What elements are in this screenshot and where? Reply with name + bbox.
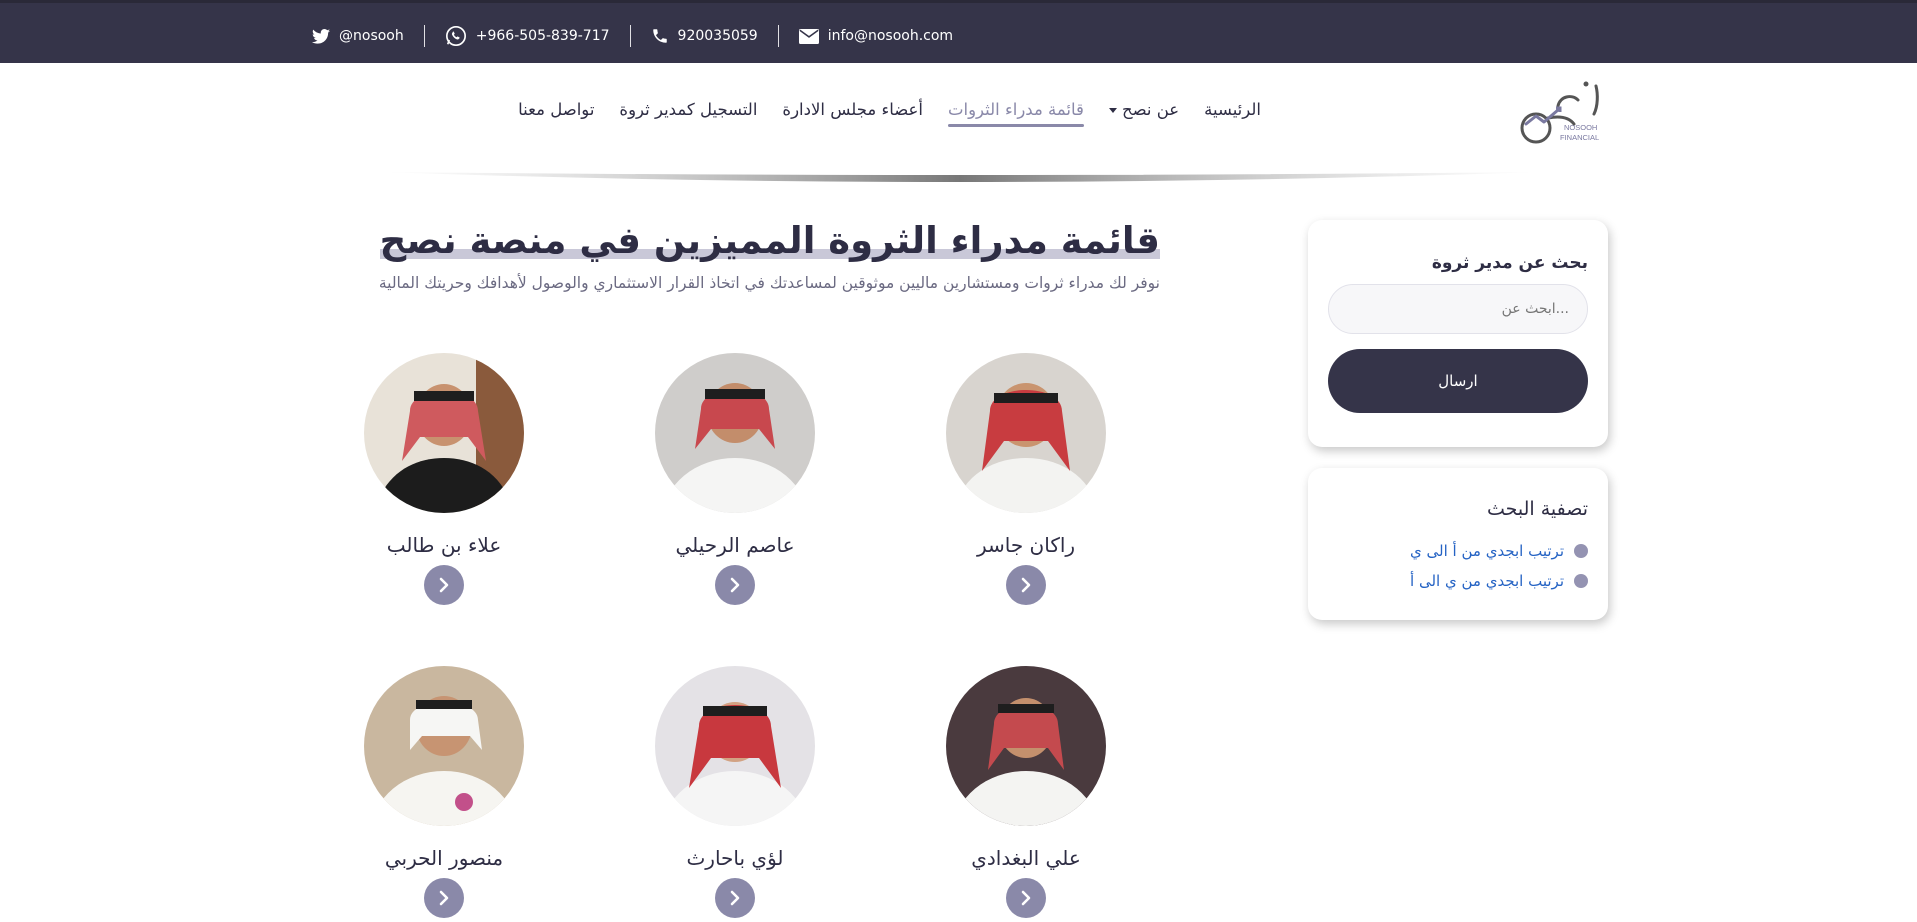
- advisor-photo[interactable]: [364, 666, 524, 826]
- phone-number: 920035059: [677, 28, 758, 44]
- chevron-right-icon: [439, 890, 449, 906]
- whatsapp-contact[interactable]: +966-505-839-717: [425, 25, 630, 47]
- advisor-photo[interactable]: [946, 353, 1106, 513]
- advisor-details-button[interactable]: [715, 565, 755, 605]
- sort-a-to-z-option[interactable]: ترتيب ابجدي من أ الى ي: [1410, 542, 1588, 560]
- main-navigation: الرئيسية عن نصح قائمة مدراء الثروات أعضا…: [493, 100, 1261, 127]
- twitter-handle: @nosooh: [339, 28, 404, 44]
- person-photo-icon: [655, 353, 815, 513]
- filter-panel: تصفية البحث ترتيب ابجدي من أ الى ي ترتيب…: [1308, 468, 1608, 620]
- email-address: info@nosooh.com: [827, 28, 954, 44]
- twitter-contact[interactable]: @nosooh: [312, 28, 424, 44]
- sort-z-to-a-option[interactable]: ترتيب ابجدي من ي الى أ: [1410, 572, 1588, 590]
- page-title: قائمة مدراء الثروة المميزين في منصة نصح: [379, 215, 1161, 267]
- advisor-photo[interactable]: [655, 353, 815, 513]
- search-panel-title: بحث عن مدير ثروة: [1431, 253, 1588, 273]
- chevron-right-icon: [730, 577, 740, 593]
- filter-panel-title: تصفية البحث: [1486, 498, 1588, 520]
- radio-dot-icon[interactable]: [1574, 544, 1588, 558]
- sort-option-label[interactable]: ترتيب ابجدي من أ الى ي: [1410, 542, 1564, 560]
- chevron-right-icon: [1021, 577, 1031, 593]
- advisor-photo[interactable]: [655, 666, 815, 826]
- person-photo-icon: [946, 666, 1106, 826]
- separator: [423, 25, 425, 47]
- advisor-card: علي البغدادي: [926, 666, 1126, 918]
- advisor-details-button[interactable]: [424, 878, 464, 918]
- search-panel: بحث عن مدير ثروة ارسال: [1308, 220, 1608, 447]
- logo-text-financial: FINANCIAL: [1560, 133, 1599, 142]
- person-photo-icon: [364, 353, 524, 513]
- advisor-card: عاصم الرحيلي: [635, 353, 835, 605]
- nav-board-label: أعضاء مجلس الادارة: [782, 100, 923, 119]
- advisor-card: لؤي باحارث: [635, 666, 835, 918]
- contact-list: @nosooh +966-505-839-717 920035059 info@…: [312, 25, 973, 47]
- chevron-right-icon: [1021, 890, 1031, 906]
- top-contact-bar: @nosooh +966-505-839-717 920035059 info@…: [0, 0, 1917, 63]
- advisor-card: منصور الحربي: [344, 666, 544, 918]
- chevron-right-icon: [439, 577, 449, 593]
- nav-advisors-list[interactable]: قائمة مدراء الثروات: [947, 100, 1084, 127]
- nav-board-members[interactable]: أعضاء مجلس الادارة: [782, 100, 923, 127]
- search-input[interactable]: [1328, 284, 1588, 334]
- person-photo-icon: [364, 666, 524, 826]
- radio-dot-icon[interactable]: [1574, 574, 1588, 588]
- separator: [629, 25, 631, 47]
- whatsapp-number: +966-505-839-717: [475, 28, 610, 44]
- nav-about-label: عن نصح: [1121, 100, 1180, 119]
- advisor-photo[interactable]: [364, 353, 524, 513]
- send-button[interactable]: ارسال: [1328, 349, 1588, 413]
- email-contact[interactable]: info@nosooh.com: [779, 28, 973, 44]
- nav-register-label: التسجيل كمدير ثروة: [619, 100, 758, 119]
- advisor-photo[interactable]: [946, 666, 1106, 826]
- advisor-card: راكان جاسر: [926, 353, 1126, 605]
- chevron-down-icon: [1108, 108, 1117, 113]
- whatsapp-icon: [445, 26, 466, 46]
- advisor-name: راكان جاسر: [976, 533, 1076, 557]
- page-subtitle: نوفر لك مدراء ثروات ومستشارين ماليين موث…: [378, 274, 1160, 292]
- advisor-details-button[interactable]: [715, 878, 755, 918]
- nav-advisors-label: قائمة مدراء الثروات: [947, 100, 1084, 119]
- twitter-icon: [312, 28, 330, 44]
- nav-about[interactable]: عن نصح: [1108, 100, 1180, 127]
- advisor-name: منصور الحربي: [384, 846, 504, 870]
- nav-home[interactable]: الرئيسية: [1204, 100, 1261, 127]
- nosooh-logo-icon: NOSOOH FINANCIAL: [1520, 81, 1599, 144]
- envelope-icon: [798, 28, 819, 44]
- advisor-details-button[interactable]: [1006, 878, 1046, 918]
- advisor-name: علاء بن طالب: [386, 533, 502, 557]
- logo-text-nosooh: NOSOOH: [1564, 123, 1597, 132]
- advisor-details-button[interactable]: [424, 565, 464, 605]
- main-content-header: قائمة مدراء الثروة المميزين في منصة نصح …: [340, 215, 1161, 295]
- separator: [777, 25, 779, 47]
- person-photo-icon: [946, 353, 1106, 513]
- nav-contact[interactable]: تواصل معنا: [518, 100, 594, 127]
- nav-home-label: الرئيسية: [1204, 100, 1261, 119]
- advisor-details-button[interactable]: [1006, 565, 1046, 605]
- header-divider: [380, 172, 1540, 182]
- advisor-name: عاصم الرحيلي: [675, 533, 795, 557]
- advisor-name: علي البغدادي: [971, 846, 1081, 870]
- sort-option-label[interactable]: ترتيب ابجدي من ي الى أ: [1410, 572, 1564, 590]
- advisor-card: علاء بن طالب: [344, 353, 544, 605]
- nav-register-advisor[interactable]: التسجيل كمدير ثروة: [619, 100, 757, 127]
- advisor-name: لؤي باحارث: [686, 846, 784, 870]
- site-logo[interactable]: NOSOOH FINANCIAL: [1508, 78, 1608, 150]
- phone-contact[interactable]: 920035059: [631, 27, 778, 45]
- chevron-right-icon: [730, 890, 740, 906]
- person-photo-icon: [655, 666, 815, 826]
- nav-contact-label: تواصل معنا: [518, 100, 595, 119]
- phone-icon: [652, 29, 667, 43]
